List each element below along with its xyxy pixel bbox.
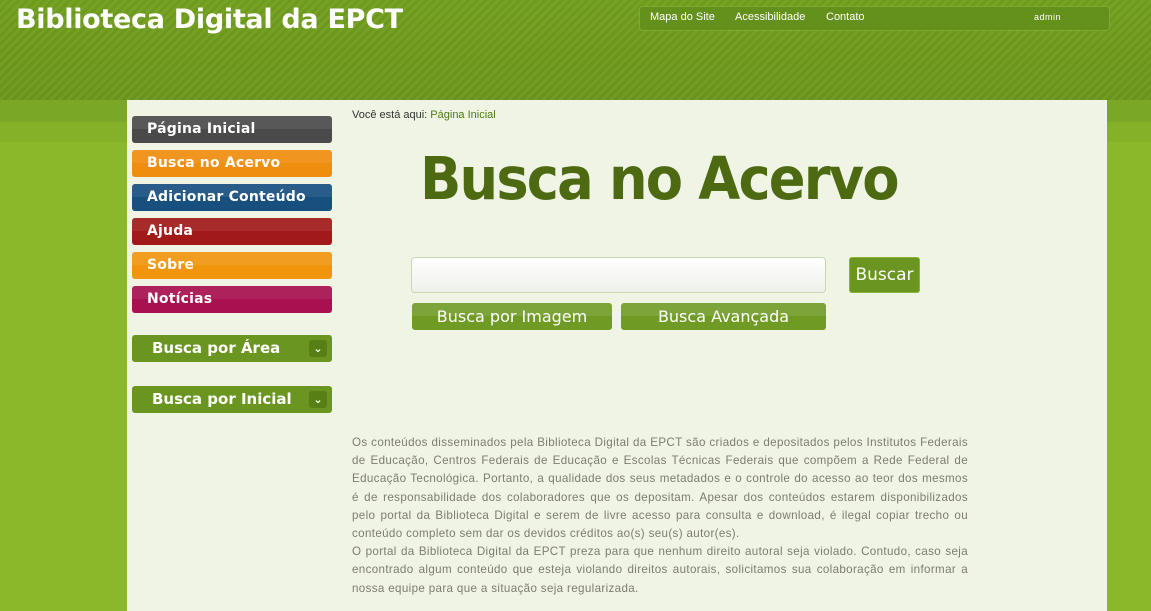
nav-site-map-link[interactable]: Mapa do Site bbox=[650, 11, 715, 23]
button-label: Busca Avançada bbox=[657, 307, 790, 326]
sidebar-item-news[interactable]: Notícias bbox=[132, 286, 332, 313]
browse-by-area-dropdown[interactable]: Busca por Área ⌄ bbox=[132, 335, 332, 362]
image-search-button[interactable]: Busca por Imagem bbox=[412, 303, 612, 330]
disclaimer-paragraph: Os conteúdos disseminados pela Bibliotec… bbox=[352, 436, 968, 541]
sidebar-item-search-collection[interactable]: Busca no Acervo bbox=[132, 150, 332, 177]
button-label: Busca por Imagem bbox=[436, 307, 588, 326]
user-admin-link[interactable]: admin bbox=[1034, 12, 1061, 22]
disclaimer-text: Os conteúdos disseminados pela Bibliotec… bbox=[352, 434, 968, 598]
chevron-down-icon[interactable]: ⌄ bbox=[309, 340, 327, 357]
top-navigation: Mapa do Site Acessibilidade Contato admi… bbox=[639, 6, 1110, 31]
sidebar-item-about[interactable]: Sobre bbox=[132, 252, 332, 279]
dropdown-label: Busca por Inicial bbox=[152, 390, 292, 408]
advanced-search-button[interactable]: Busca Avançada bbox=[621, 303, 826, 330]
nav-accessibility-link[interactable]: Acessibilidade bbox=[735, 11, 805, 23]
sidebar-item-add-content[interactable]: Adicionar Conteúdo bbox=[132, 184, 332, 211]
disclaimer-paragraph: O portal da Biblioteca Digital da EPCT p… bbox=[352, 545, 968, 595]
page-title: Busca no Acervo bbox=[420, 144, 900, 213]
chevron-down-icon[interactable]: ⌄ bbox=[309, 391, 327, 408]
breadcrumb-home-link[interactable]: Página Inicial bbox=[430, 109, 495, 121]
dropdown-label: Busca por Área bbox=[152, 339, 281, 357]
site-title[interactable]: Biblioteca Digital da EPCT bbox=[16, 4, 403, 35]
search-input[interactable] bbox=[411, 257, 826, 293]
breadcrumb: Você está aqui: Página Inicial bbox=[352, 109, 496, 121]
breadcrumb-prefix: Você está aqui: bbox=[352, 109, 428, 121]
sidebar-item-help[interactable]: Ajuda bbox=[132, 218, 332, 245]
browse-by-initial-dropdown[interactable]: Busca por Inicial ⌄ bbox=[132, 386, 332, 413]
search-button[interactable]: Buscar bbox=[849, 257, 920, 293]
nav-contact-link[interactable]: Contato bbox=[826, 11, 865, 23]
sidebar-item-home[interactable]: Página Inicial bbox=[132, 116, 332, 143]
